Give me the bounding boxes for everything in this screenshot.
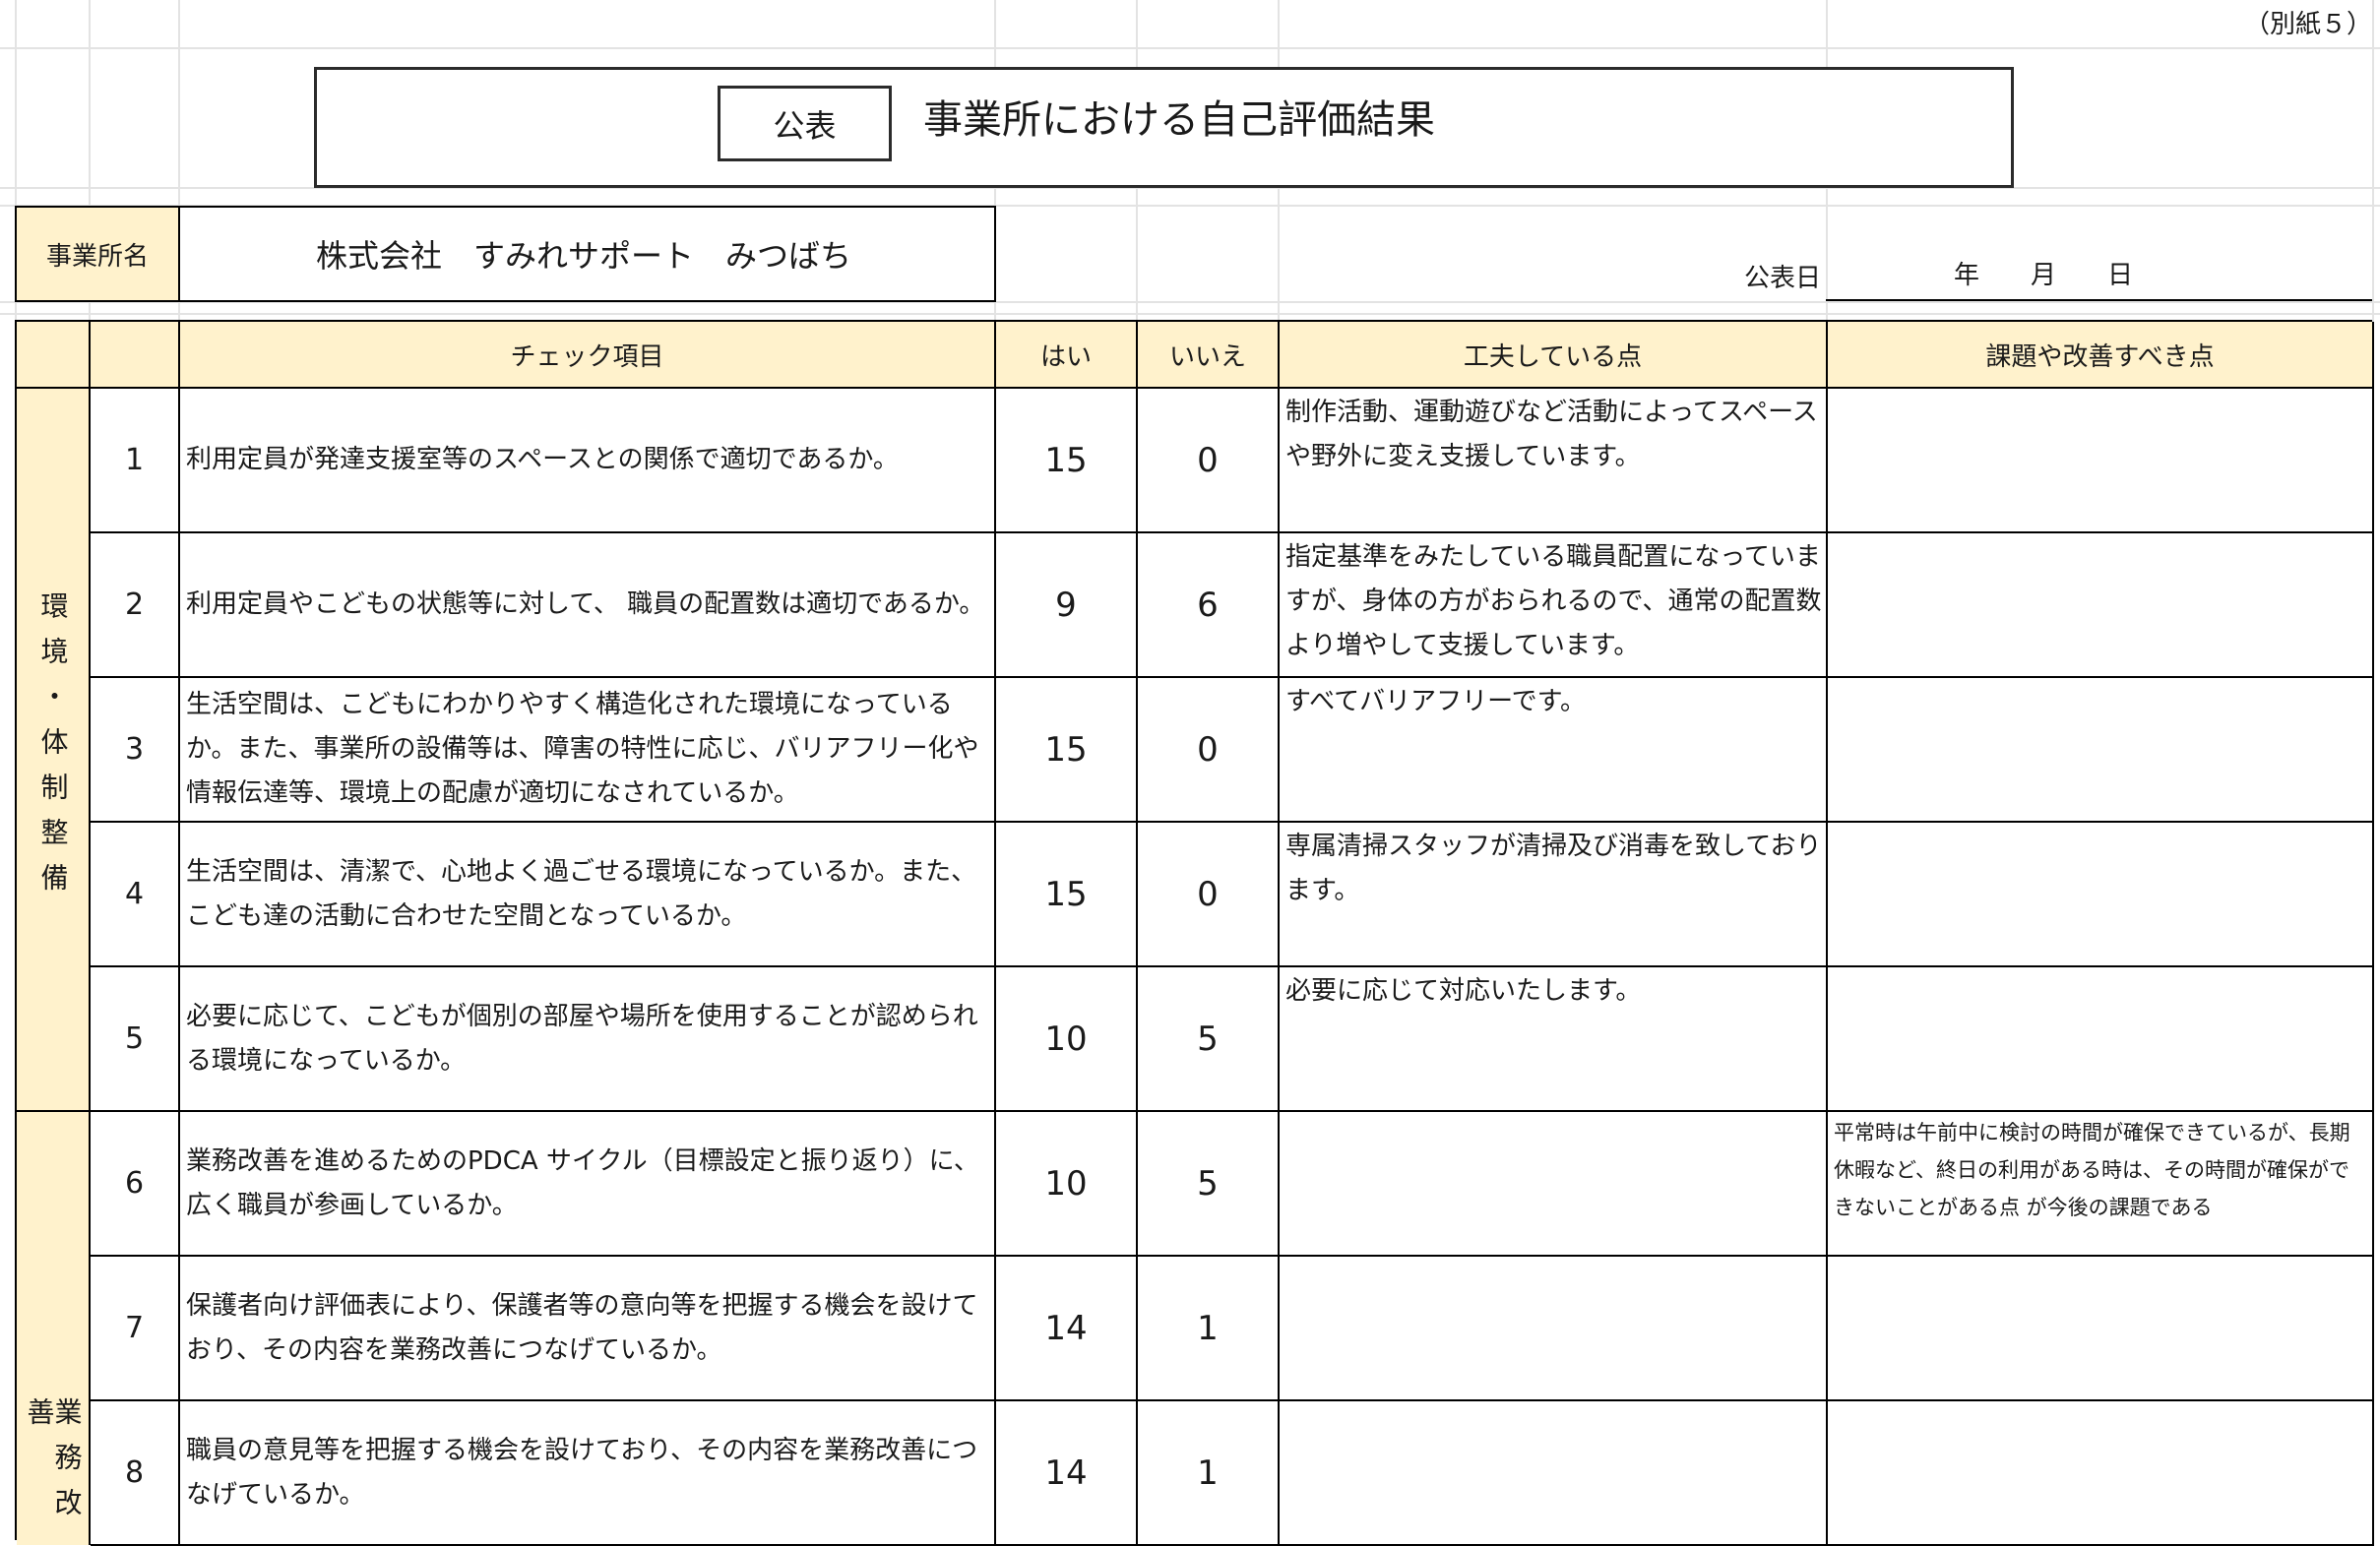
issue-note (1828, 1257, 2374, 1401)
check-item: 職員の意見等を把握する機会を設けており、その内容を業務改善につなげているか。 (180, 1401, 996, 1546)
no-count: 0 (1138, 389, 1280, 533)
yes-count: 10 (996, 1112, 1138, 1257)
issue-note (1828, 533, 2374, 678)
gridline (0, 47, 2380, 49)
annex-label: （別紙５） (2243, 10, 2372, 39)
innovation-note: すべてバリアフリーです。 (1280, 678, 1828, 823)
no-count: 1 (1138, 1401, 1280, 1546)
issue-note (1828, 389, 2374, 533)
evaluation-table: チェック項目 はい いいえ 工夫している点 課題や改善すべき点 環境・体制整備 … (15, 320, 2374, 1546)
office-label: 事業所名 (15, 206, 180, 302)
no-count: 1 (1138, 1257, 1280, 1401)
yes-count: 15 (996, 389, 1138, 533)
yes-count: 15 (996, 678, 1138, 823)
innovation-note (1280, 1401, 1828, 1546)
yes-count: 14 (996, 1257, 1138, 1401)
yes-count: 9 (996, 533, 1138, 678)
row-number: 5 (91, 967, 180, 1112)
no-count: 0 (1138, 823, 1280, 967)
header-blank-cell (91, 322, 180, 389)
issue-note (1828, 1401, 2374, 1546)
header-blank-cell (17, 322, 91, 389)
innovation-note (1280, 1112, 1828, 1257)
row-number: 6 (91, 1112, 180, 1257)
gridline (0, 313, 2380, 315)
row-number: 8 (91, 1401, 180, 1546)
innovation-note: 指定基準をみたしている職員配置になっていますが、身体の方がおられるので、通常の配… (1280, 533, 1828, 678)
column-header-check-item: チェック項目 (180, 322, 996, 389)
check-item: 生活空間は、こどもにわかりやすく構造化された環境になっているか。また、事業所の設… (180, 678, 996, 823)
no-count: 5 (1138, 967, 1280, 1112)
issue-note (1828, 678, 2374, 823)
innovation-note: 制作活動、運動遊びなど活動によってスペースや野外に変え支援しています。 (1280, 389, 1828, 533)
issue-note (1828, 967, 2374, 1112)
yes-count: 15 (996, 823, 1138, 967)
check-item: 利用定員が発達支援室等のスペースとの関係で適切であるか。 (180, 389, 996, 533)
innovation-note: 必要に応じて対応いたします。 (1280, 967, 1828, 1112)
category-work: 業務改善 (17, 1112, 91, 1545)
category-environment: 環境・体制整備 (17, 389, 91, 1112)
column-header-no: いいえ (1138, 322, 1280, 389)
row-number: 2 (91, 533, 180, 678)
publication-date-label: 公表日 (1743, 264, 1821, 293)
row-number: 4 (91, 823, 180, 967)
column-header-yes: はい (996, 322, 1138, 389)
innovation-note: 専属清掃スタッフが清掃及び消毒を致しております。 (1280, 823, 1828, 967)
check-item: 保護者向け評価表により、保護者等の意向等を把握する機会を設けており、その内容を業… (180, 1257, 996, 1401)
check-item: 生活空間は、清潔で、心地よく過ごせる環境になっているか。また、こども達の活動に合… (180, 823, 996, 967)
category-label: 環境・体制整備 (36, 590, 70, 908)
check-item: 利用定員やこどもの状態等に対して、 職員の配置数は適切であるか。 (180, 533, 996, 678)
yes-count: 10 (996, 967, 1138, 1112)
innovation-note (1280, 1257, 1828, 1401)
public-badge: 公表 (718, 86, 892, 161)
check-item: 必要に応じて、こどもが個別の部屋や場所を使用することが認められる環境になっている… (180, 967, 996, 1112)
yes-count: 14 (996, 1401, 1138, 1546)
column-header-issues: 課題や改善すべき点 (1828, 322, 2374, 389)
no-count: 5 (1138, 1112, 1280, 1257)
row-number: 7 (91, 1257, 180, 1401)
check-item: 業務改善を進めるためのPDCA サイクル（目標設定と振り返り）に、広く職員が参画… (180, 1112, 996, 1257)
row-number: 3 (91, 678, 180, 823)
publication-date-field: 年 月 日 (1826, 256, 2372, 301)
category-label: 業務改善 (23, 1397, 84, 1533)
issue-note: 平常時は午前中に検討の時間が確保できているが、長期休暇など、終日の利用がある時は… (1828, 1112, 2374, 1257)
page-title: 事業所における自己評価結果 (923, 97, 1435, 143)
issue-note (1828, 823, 2374, 967)
office-name: 株式会社 すみれサポート みつばち (178, 206, 996, 302)
no-count: 0 (1138, 678, 1280, 823)
column-header-innovations: 工夫している点 (1280, 322, 1828, 389)
no-count: 6 (1138, 533, 1280, 678)
row-number: 1 (91, 389, 180, 533)
